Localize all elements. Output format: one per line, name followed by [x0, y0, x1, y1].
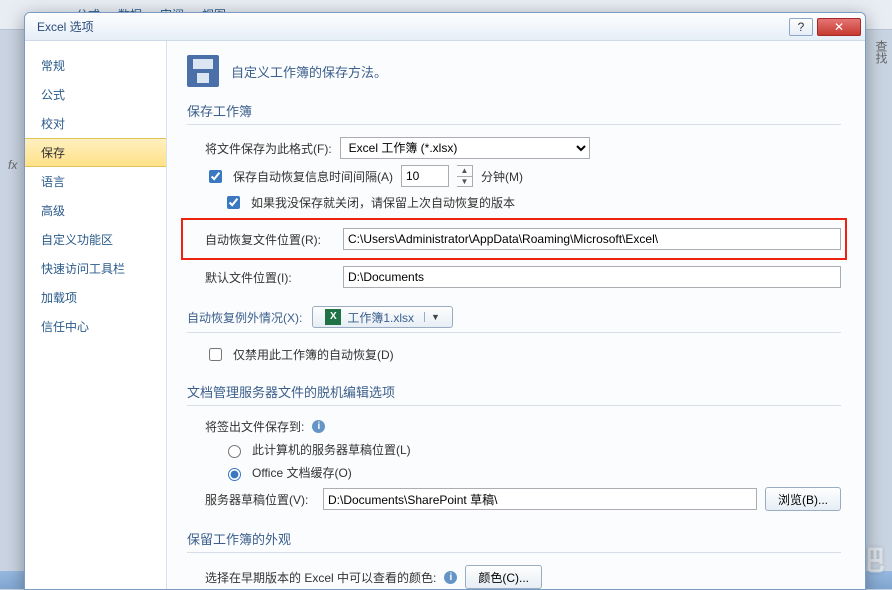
server-drafts-location-input[interactable] — [323, 488, 757, 510]
keep-last-autosave-label: 如果我没保存就关闭，请保留上次自动恢复的版本 — [251, 194, 515, 211]
office-cache-radio[interactable] — [228, 468, 241, 481]
find-label-bg: 查找 — [873, 40, 890, 64]
section-save-workbook: 保存工作簿 — [187, 101, 841, 125]
autosave-interval-checkbox[interactable] — [209, 170, 222, 183]
dialog-titlebar: Excel 选项 ? ✕ — [25, 13, 865, 41]
default-location-input[interactable] — [343, 266, 841, 288]
info-icon[interactable]: i — [444, 571, 457, 584]
minutes-label: 分钟(M) — [481, 168, 523, 185]
minutes-spinner[interactable]: ▲▼ — [457, 165, 473, 187]
autosave-interval-label: 保存自动恢复信息时间间隔(A) — [233, 168, 393, 185]
disable-autorecover-label: 仅禁用此工作簿的自动恢复(D) — [233, 346, 394, 363]
section-preserve-appearance: 保留工作簿的外观 — [187, 529, 841, 553]
options-content: 自定义工作簿的保存方法。 保存工作簿 将文件保存为此格式(F): Excel 工… — [167, 41, 865, 589]
section-offline-editing: 文档管理服务器文件的脱机编辑选项 — [187, 382, 841, 406]
autorecover-location-input[interactable] — [343, 228, 841, 250]
save-format-label: 将文件保存为此格式(F): — [205, 140, 332, 157]
sidebar-item-save[interactable]: 保存 — [25, 138, 166, 167]
workbook-select[interactable]: 工作簿1.xlsx ▼ — [312, 306, 453, 328]
legacy-colors-label: 选择在早期版本的 Excel 中可以查看的颜色: — [205, 569, 436, 586]
info-icon[interactable]: i — [312, 420, 325, 433]
server-drafts-local-label: 此计算机的服务器草稿位置(L) — [252, 441, 411, 458]
autosave-minutes-input[interactable] — [401, 165, 449, 187]
sidebar-item-customize-ribbon[interactable]: 自定义功能区 — [25, 225, 166, 254]
keep-last-autosave-checkbox[interactable] — [227, 196, 240, 209]
disable-autorecover-checkbox[interactable] — [209, 348, 222, 361]
sidebar-item-language[interactable]: 语言 — [25, 167, 166, 196]
sidebar-item-general[interactable]: 常规 — [25, 51, 166, 80]
help-button[interactable]: ? — [789, 18, 813, 36]
browse-button[interactable]: 浏览(B)... — [765, 487, 841, 511]
sidebar-item-proofing[interactable]: 校对 — [25, 109, 166, 138]
server-drafts-local-radio[interactable] — [228, 445, 241, 458]
options-sidebar: 常规 公式 校对 保存 语言 高级 自定义功能区 快速访问工具栏 加载项 信任中… — [25, 41, 167, 589]
sidebar-item-formulas[interactable]: 公式 — [25, 80, 166, 109]
server-drafts-location-label: 服务器草稿位置(V): — [205, 491, 315, 508]
formula-bar-fx: fx — [8, 158, 17, 172]
office-cache-label: Office 文档缓存(O) — [252, 464, 352, 481]
save-icon — [187, 55, 219, 87]
save-format-select[interactable]: Excel 工作簿 (*.xlsx) — [340, 137, 590, 159]
colors-button[interactable]: 颜色(C)... — [465, 565, 542, 589]
sidebar-item-trust-center[interactable]: 信任中心 — [25, 312, 166, 341]
excel-file-icon — [325, 309, 341, 325]
page-subtitle: 自定义工作簿的保存方法。 — [231, 62, 387, 81]
dialog-title: Excel 选项 — [37, 18, 785, 35]
section-autorecover-exceptions: 自动恢复例外情况(X): 工作簿1.xlsx ▼ — [187, 306, 841, 333]
chevron-down-icon: ▼ — [424, 312, 440, 322]
highlight-autorecover-path: 自动恢复文件位置(R): — [181, 218, 847, 260]
autorecover-location-label: 自动恢复文件位置(R): — [205, 231, 335, 248]
default-location-label: 默认文件位置(I): — [205, 269, 335, 286]
sidebar-item-addins[interactable]: 加载项 — [25, 283, 166, 312]
sidebar-item-quick-access[interactable]: 快速访问工具栏 — [25, 254, 166, 283]
close-button[interactable]: ✕ — [817, 18, 861, 36]
save-checkout-to-label: 将签出文件保存到: — [205, 418, 304, 435]
excel-options-dialog: Excel 选项 ? ✕ 常规 公式 校对 保存 语言 高级 自定义功能区 快速… — [24, 12, 866, 590]
sidebar-item-advanced[interactable]: 高级 — [25, 196, 166, 225]
